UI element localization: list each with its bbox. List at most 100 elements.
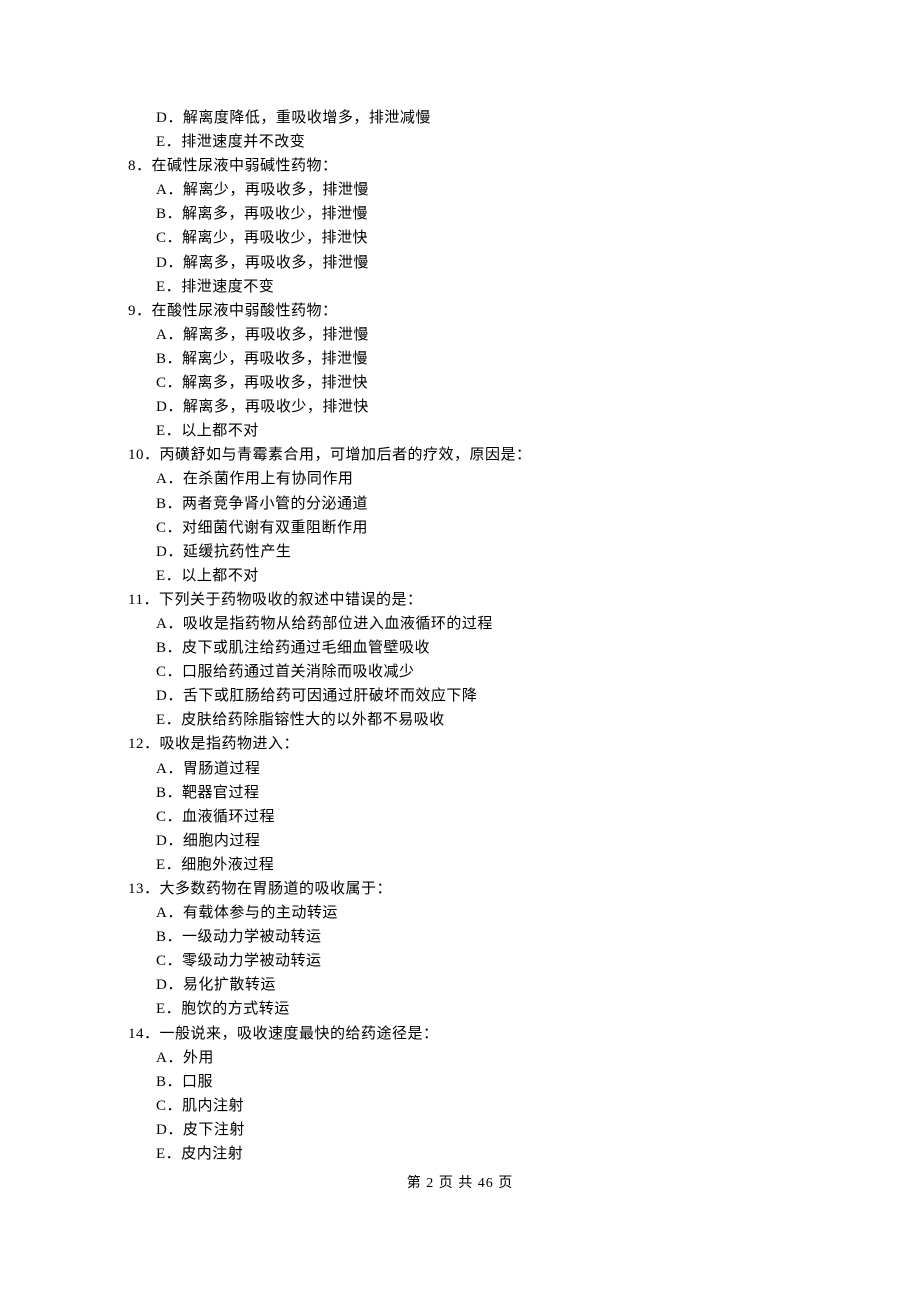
option-text: 口服给药通过首关消除而吸收减少	[182, 664, 415, 680]
option-label: B	[156, 206, 167, 222]
question-text: 一般说来，吸收速度最快的给药途径是：	[160, 1026, 439, 1042]
option-label: C	[156, 809, 167, 825]
option-label: B	[156, 785, 167, 801]
option-text: 皮内注射	[181, 1146, 243, 1162]
option-label: A	[156, 1050, 167, 1066]
option-label: C	[156, 520, 167, 536]
list-item: D．解离多，再吸收多，排泄慢	[128, 251, 800, 275]
option-label: E	[156, 1146, 166, 1162]
option-label: D	[156, 977, 167, 993]
question-text: 丙磺舒如与青霉素合用，可增加后者的疗效，原因是：	[160, 447, 532, 463]
question-text: 在碱性尿液中弱碱性药物：	[152, 158, 338, 174]
question-number: 14	[128, 1026, 144, 1042]
list-item: C．对细菌代谢有双重阻断作用	[128, 516, 800, 540]
page-footer: 第 2 页 共 46 页	[0, 1173, 920, 1195]
list-item: C．零级动力学被动转运	[128, 949, 800, 973]
option-label: B	[156, 1074, 167, 1090]
option-text: 以上都不对	[181, 423, 259, 439]
option-label: C	[156, 230, 167, 246]
option-text: 解离度降低，重吸收增多，排泄减慢	[183, 110, 431, 126]
list-item: E．以上都不对	[128, 564, 800, 588]
list-item: C．解离多，再吸收多，排泄快	[128, 371, 800, 395]
option-label: D	[156, 833, 167, 849]
option-text: 对细菌代谢有双重阻断作用	[182, 520, 368, 536]
list-item: B．解离多，再吸收少，排泄慢	[128, 202, 800, 226]
option-label: E	[156, 712, 166, 728]
option-text: 解离多，再吸收多，排泄快	[182, 375, 368, 391]
option-text: 舌下或肛肠给药可因通过肝破坏而效应下降	[183, 688, 478, 704]
option-text: 一级动力学被动转运	[182, 929, 322, 945]
list-item: D．解离度降低，重吸收增多，排泄减慢	[128, 106, 800, 130]
option-text: 肌内注射	[182, 1098, 244, 1114]
option-label: E	[156, 568, 166, 584]
option-text: 排泄速度并不改变	[181, 134, 305, 150]
option-text: 靶器官过程	[182, 785, 260, 801]
option-text: 零级动力学被动转运	[182, 953, 322, 969]
question-stem: 12．吸收是指药物进入：	[128, 732, 800, 756]
question-stem: 11．下列关于药物吸收的叙述中错误的是：	[128, 588, 800, 612]
question-stem: 10．丙磺舒如与青霉素合用，可增加后者的疗效，原因是：	[128, 443, 800, 467]
option-label: B	[156, 496, 167, 512]
option-text: 皮下注射	[183, 1122, 245, 1138]
option-label: D	[156, 399, 167, 415]
list-item: B．皮下或肌注给药通过毛细血管壁吸收	[128, 636, 800, 660]
option-text: 延缓抗药性产生	[183, 544, 292, 560]
list-item: A．吸收是指药物从给药部位进入血液循环的过程	[128, 612, 800, 636]
question-text: 大多数药物在胃肠道的吸收属于：	[160, 881, 393, 897]
option-text: 解离少，再吸收少，排泄快	[182, 230, 368, 246]
question-number: 12	[128, 736, 144, 752]
option-text: 胃肠道过程	[183, 761, 261, 777]
option-label: D	[156, 1122, 167, 1138]
list-item: D．延缓抗药性产生	[128, 540, 800, 564]
option-label: B	[156, 929, 167, 945]
list-item: B．解离少，再吸收多，排泄慢	[128, 347, 800, 371]
question-stem: 14．一般说来，吸收速度最快的给药途径是：	[128, 1022, 800, 1046]
option-label: E	[156, 857, 166, 873]
list-item: E．细胞外液过程	[128, 853, 800, 877]
list-item: E．皮内注射	[128, 1142, 800, 1166]
option-label: B	[156, 640, 167, 656]
option-text: 以上都不对	[181, 568, 259, 584]
question-stem: 13．大多数药物在胃肠道的吸收属于：	[128, 877, 800, 901]
question-number: 11	[128, 592, 143, 608]
list-item: C．肌内注射	[128, 1094, 800, 1118]
list-item: E．排泄速度不变	[128, 275, 800, 299]
option-label: A	[156, 761, 167, 777]
list-item: A．外用	[128, 1046, 800, 1070]
option-label: C	[156, 1098, 167, 1114]
list-item: A．有载体参与的主动转运	[128, 901, 800, 925]
option-text: 细胞内过程	[183, 833, 261, 849]
list-item: D．解离多，再吸收少，排泄快	[128, 395, 800, 419]
option-text: 皮肤给药除脂镕性大的以外都不易吸收	[181, 712, 445, 728]
option-text: 排泄速度不变	[181, 279, 274, 295]
option-text: 解离少，再吸收多，排泄慢	[182, 351, 368, 367]
list-item: D．舌下或肛肠给药可因通过肝破坏而效应下降	[128, 684, 800, 708]
option-label: C	[156, 375, 167, 391]
list-item: D．细胞内过程	[128, 829, 800, 853]
question-text: 吸收是指药物进入：	[160, 736, 300, 752]
option-label: E	[156, 1001, 166, 1017]
question-number: 13	[128, 881, 144, 897]
option-text: 口服	[182, 1074, 213, 1090]
list-item: E．胞饮的方式转运	[128, 997, 800, 1021]
option-text: 解离多，再吸收多，排泄慢	[183, 327, 369, 343]
option-label: E	[156, 134, 166, 150]
option-text: 解离多，再吸收少，排泄慢	[182, 206, 368, 222]
list-item: B．靶器官过程	[128, 781, 800, 805]
option-text: 吸收是指药物从给药部位进入血液循环的过程	[183, 616, 493, 632]
option-text: 细胞外液过程	[181, 857, 274, 873]
option-label: A	[156, 471, 167, 487]
list-item: A．在杀菌作用上有协同作用	[128, 467, 800, 491]
option-label: D	[156, 688, 167, 704]
list-item: B．口服	[128, 1070, 800, 1094]
option-label: A	[156, 905, 167, 921]
question-number: 8	[128, 158, 136, 174]
option-text: 皮下或肌注给药通过毛细血管壁吸收	[182, 640, 430, 656]
list-item: B．两者竞争肾小管的分泌通道	[128, 492, 800, 516]
option-label: C	[156, 953, 167, 969]
list-item: A．解离多，再吸收多，排泄慢	[128, 323, 800, 347]
option-text: 易化扩散转运	[183, 977, 276, 993]
option-text: 胞饮的方式转运	[181, 1001, 290, 1017]
list-item: E．以上都不对	[128, 419, 800, 443]
list-item: C．血液循环过程	[128, 805, 800, 829]
